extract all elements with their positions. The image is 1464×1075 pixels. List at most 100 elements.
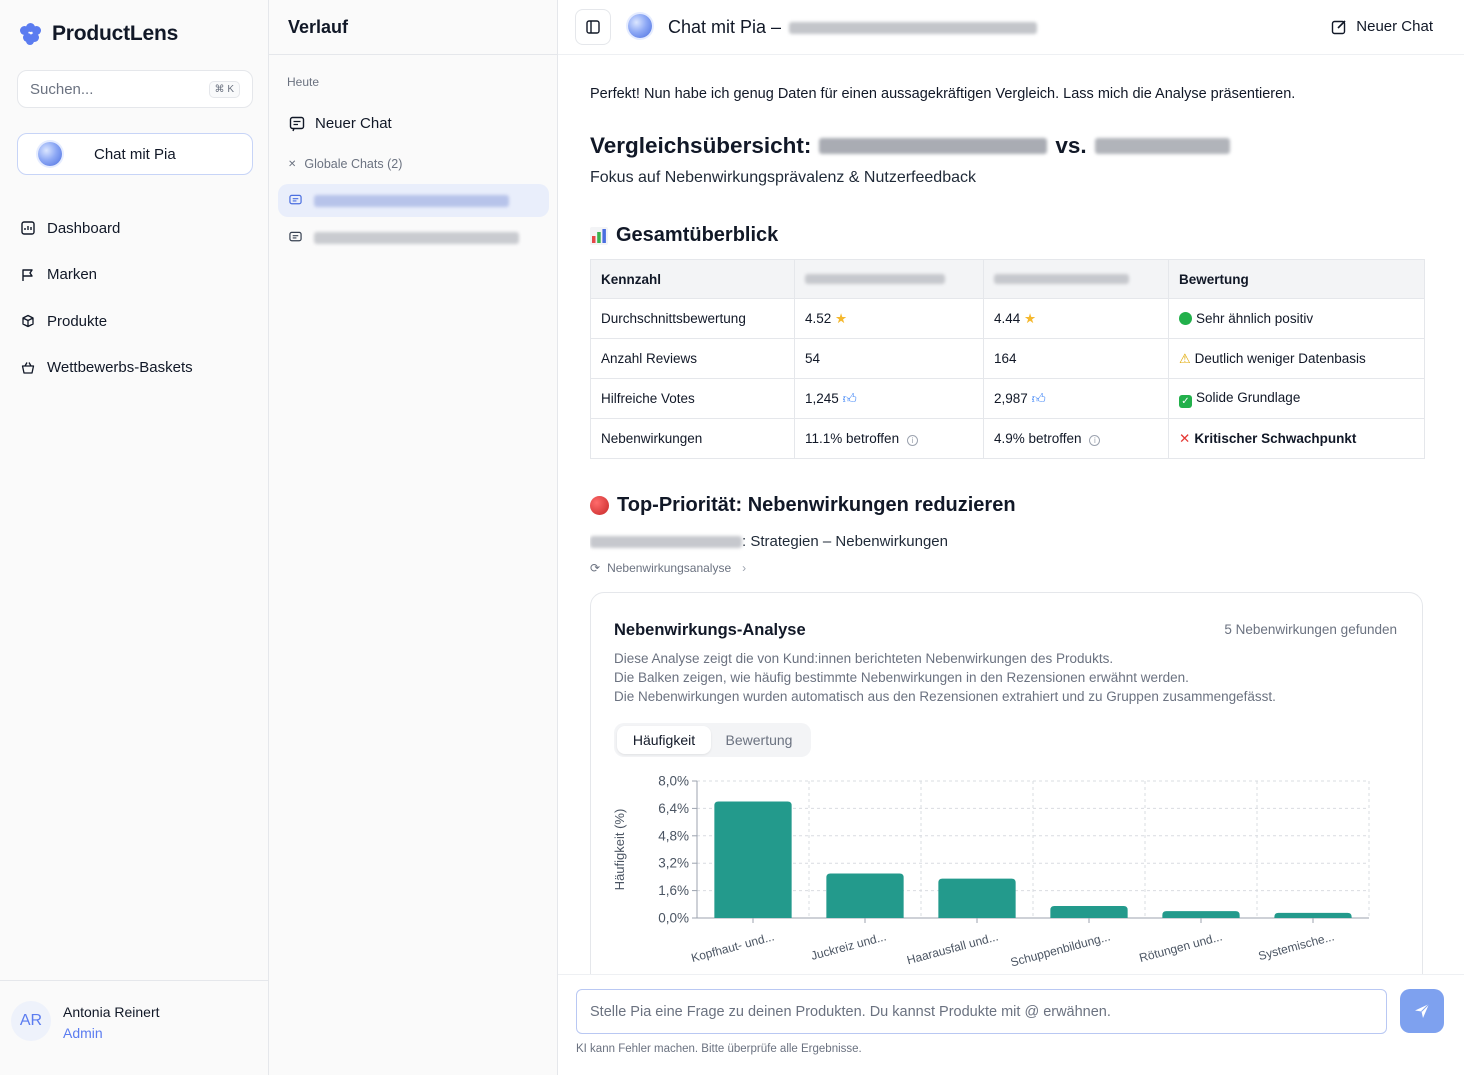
table-cell: 4.52 ★ <box>794 298 984 339</box>
redacted-product-b <box>1094 138 1230 154</box>
card-description-line: Die Balken zeigen, wie häufig bestimmte … <box>614 670 1189 685</box>
user-role: Admin <box>63 1025 103 1041</box>
chat-main: Chat mit Pia – Neuer Chat Perfekt! Nun h… <box>558 0 1464 1075</box>
dashboard-icon <box>20 221 35 236</box>
cell-value: 1,245 <box>805 391 839 406</box>
comparison-subheading: Fokus auf Nebenwirkungsprävalenz & Nutze… <box>590 169 976 186</box>
sidebar-item-wettbewerbs-baskets[interactable]: Wettbewerbs-Baskets <box>20 345 250 392</box>
priority-heading-text: Top-Priorität: Nebenwirkungen reduzieren <box>617 494 1016 516</box>
bar <box>826 873 904 918</box>
history-new-chat-label: Neuer Chat <box>315 115 392 132</box>
history-chat-item[interactable] <box>278 221 549 254</box>
chat-with-pia-label: Chat mit Pia <box>94 145 176 163</box>
bar <box>938 878 1016 918</box>
cell-value: Solide Grundlage <box>1196 389 1301 405</box>
redacted-product-name <box>789 21 1038 34</box>
sidebar-item-marken[interactable]: Marken <box>20 252 250 299</box>
chat-input-placeholder: Stelle Pia eine Frage zu deinen Produkte… <box>590 1003 1111 1020</box>
sparkle-icon: ✕ <box>288 158 297 170</box>
overview-heading-text: Gesamtüberblick <box>616 224 779 246</box>
cell-value: 4.44 <box>994 310 1021 326</box>
chat-title-text: Chat mit Pia – <box>668 17 782 37</box>
bar <box>1274 912 1352 918</box>
table-cell: 4.44 ★ <box>983 298 1169 339</box>
cell-value: 11.1% betroffen <box>805 431 900 446</box>
priority-subheading-text: : Strategien – Nebenwirkungen <box>742 533 948 550</box>
avatar: AR <box>11 1001 51 1041</box>
redacted-product-a <box>805 273 945 284</box>
info-icon[interactable]: i <box>906 435 918 446</box>
x-tick-label: Rötungen und... <box>1138 929 1224 965</box>
cell-value: 4.52 <box>805 310 832 326</box>
info-icon[interactable]: i <box>1089 435 1101 446</box>
redacted-chat-title <box>314 231 519 244</box>
flag-icon <box>20 267 35 282</box>
table-row: Hilfreiche Votes 1,245 👍︎ 2,987 👍︎ ✓ Soli… <box>590 378 1425 419</box>
history-global-chats[interactable]: ✕ Globale Chats (2) <box>288 157 402 171</box>
send-button[interactable] <box>1400 989 1444 1033</box>
overview-heading: Gesamtüberblick <box>590 224 778 247</box>
chevron-right-icon: › <box>742 561 747 575</box>
star-icon: ★ <box>835 310 848 326</box>
x-tick-label: Schuppenbildung... <box>1009 929 1112 969</box>
new-chat-button[interactable]: Neuer Chat <box>1331 18 1433 35</box>
bar <box>1162 911 1240 918</box>
edit-icon <box>1332 19 1346 34</box>
app-name: ProductLens <box>52 22 179 45</box>
tool-call-chip[interactable]: ⟳ Nebenwirkungsanalyse › <box>590 561 746 575</box>
tab-haeufigkeit[interactable]: Häufigkeit <box>617 726 711 754</box>
chat-with-pia-button[interactable]: Chat mit Pia <box>17 133 253 175</box>
global-chats-label: Globale Chats (2) <box>304 157 403 171</box>
chat-bubble-icon <box>289 231 302 242</box>
table-header <box>794 259 984 299</box>
cell-value: 4.9% betroffen <box>994 431 1082 446</box>
logo[interactable]: ProductLens <box>20 22 178 46</box>
send-icon <box>1415 1003 1430 1018</box>
table-header: Kennzahl <box>590 259 795 299</box>
comparison-table: Kennzahl Bewertung Durchschnittsbewertun… <box>590 259 1425 459</box>
refresh-icon: ⟳ <box>590 561 601 575</box>
table-cell: Anzahl Reviews <box>590 338 795 379</box>
table-cell: Nebenwirkungen <box>590 418 795 459</box>
cross-icon: ✕ <box>1179 430 1191 446</box>
chat-title: Chat mit Pia – <box>668 17 1038 38</box>
sidebar-toggle-button[interactable] <box>575 9 611 45</box>
cell-value: Kritischer Schwachpunkt <box>1194 430 1357 446</box>
table-row: Durchschnittsbewertung 4.52 ★ 4.44 ★ Seh… <box>590 298 1425 339</box>
chart-tabs: Häufigkeit Bewertung <box>614 723 811 757</box>
chat-input[interactable]: Stelle Pia eine Frage zu deinen Produkte… <box>576 989 1387 1034</box>
history-new-chat[interactable]: Neuer Chat <box>289 115 392 132</box>
y-tick-label: 8,0% <box>658 774 689 789</box>
cell-value: Sehr ähnlich positiv <box>1196 311 1314 326</box>
chat-bubble-icon <box>289 194 302 205</box>
box-icon <box>20 314 35 329</box>
comparison-heading: Vergleichsübersicht: vs. <box>590 133 1230 159</box>
side-effects-bar-chart: 0,0% 1,6% 3,2% 4,8% 6,4% 8,0% Kopfhaut- und...… <box>612 774 1370 969</box>
sidebar-item-label: Produkte <box>47 312 108 330</box>
sidebar-item-dashboard[interactable]: Dashboard <box>20 205 250 252</box>
divider <box>269 54 558 55</box>
cell-value: 2,987 <box>994 391 1028 406</box>
y-axis-label: Häufigkeit (%) <box>612 809 627 891</box>
comparison-heading-vs: vs. <box>1055 133 1087 158</box>
card-count: 5 Nebenwirkungen gefunden <box>1224 622 1397 637</box>
tab-bewertung[interactable]: Bewertung <box>711 726 807 754</box>
chat-header: Chat mit Pia – Neuer Chat <box>558 0 1464 55</box>
disclaimer: KI kann Fehler machen. Bitte überprüfe a… <box>576 1043 862 1055</box>
user-profile[interactable]: AR Antonia Reinert Admin <box>0 980 268 1075</box>
chat-icon <box>289 116 305 131</box>
pia-orb-icon <box>628 14 652 38</box>
redacted-product-a <box>819 138 1048 154</box>
sidebar-item-label: Wettbewerbs-Baskets <box>47 359 193 377</box>
thumbs-up-icon: 👍︎ <box>842 391 857 406</box>
priority-subheading: : Strategien – Nebenwirkungen <box>590 533 948 550</box>
table-header: Bewertung <box>1168 259 1425 299</box>
table-cell: Sehr ähnlich positiv <box>1168 298 1425 339</box>
sidebar-item-produkte[interactable]: Produkte <box>20 298 250 345</box>
tool-call-label: Nebenwirkungsanalyse <box>607 561 732 575</box>
search-input[interactable]: Suchen... ⌘ K <box>17 70 253 108</box>
star-icon: ★ <box>1024 310 1037 326</box>
history-chat-item[interactable] <box>278 184 549 217</box>
table-cell: Hilfreiche Votes <box>590 378 795 419</box>
table-cell: 2,987 👍︎ <box>983 378 1169 419</box>
